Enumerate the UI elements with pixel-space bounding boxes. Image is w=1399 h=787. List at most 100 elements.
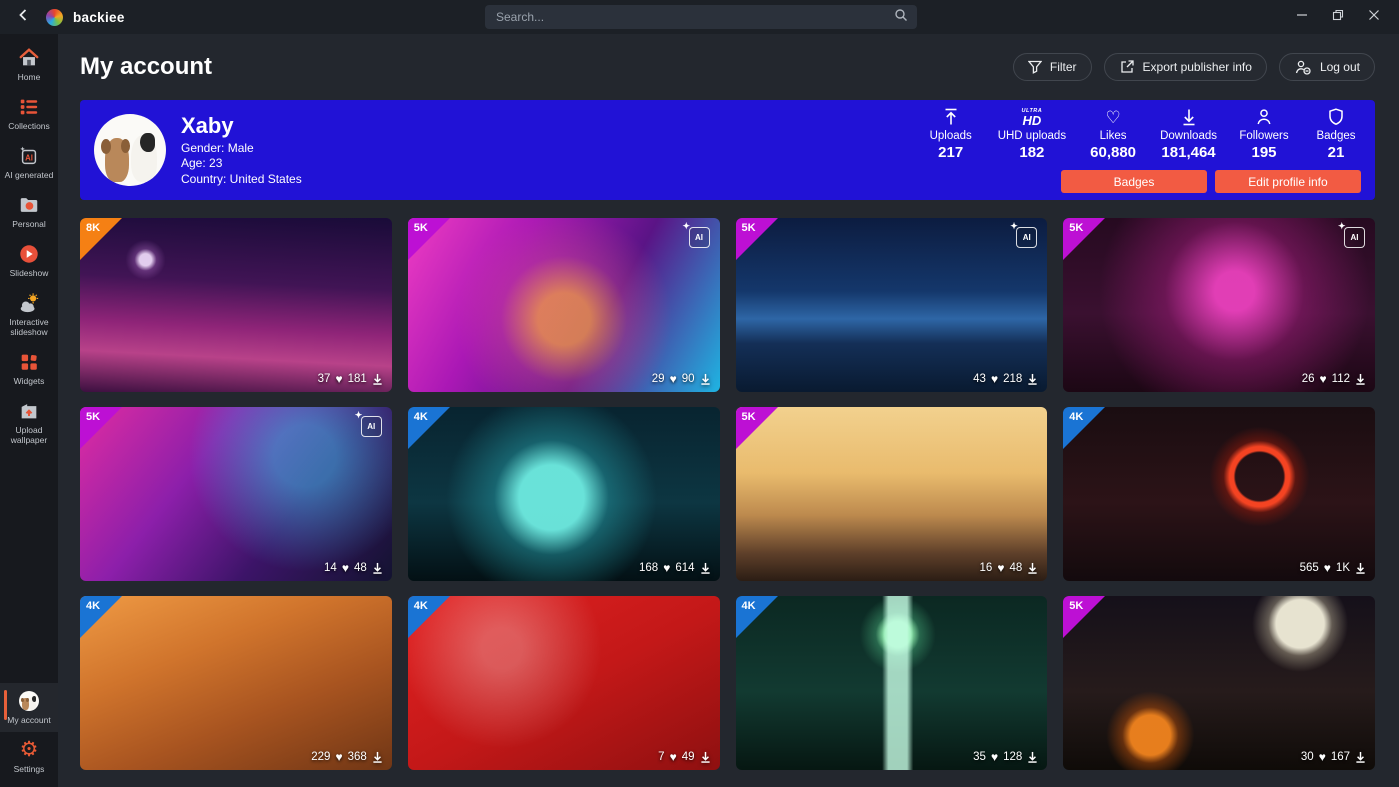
restore-button[interactable]	[1323, 4, 1353, 30]
sidebar: Home Collections AI AI generated Personal Sli…	[0, 34, 58, 787]
svg-text:AI: AI	[25, 154, 33, 163]
sidebar-item-label: AI generated	[5, 170, 54, 180]
heart-icon: ♥	[1324, 562, 1331, 574]
wallpaper-card[interactable]: 4K565♥1K	[1063, 407, 1375, 581]
download-icon	[700, 562, 711, 574]
profile-info: Xaby Gender: Male Age: 23 Country: Unite…	[181, 113, 302, 188]
my-account-avatar	[19, 690, 39, 712]
sidebar-item-upload-wallpaper[interactable]: Upload wallpaper	[0, 393, 58, 452]
window-controls	[1287, 4, 1389, 30]
likes-count: 29	[652, 373, 665, 385]
stat-label: UHD uploads	[998, 130, 1066, 142]
profile-banner-right: Uploads217ULTRAHDUHD uploads182♡Likes60,…	[926, 107, 1361, 193]
wallpaper-card[interactable]: 5K✦AI43♥218	[736, 218, 1048, 392]
sidebar-item-ai-generated[interactable]: AI AI generated	[0, 138, 58, 187]
heart-icon: ♥	[335, 751, 342, 763]
avatar-puppy-left	[22, 698, 29, 710]
main-content: My account Filter Export publisher info Lo…	[58, 34, 1399, 787]
wallpaper-card[interactable]: 4K35♥128	[736, 596, 1048, 770]
sidebar-item-home[interactable]: Home	[0, 40, 58, 89]
downloads-count: 614	[675, 562, 694, 574]
wallpaper-card[interactable]: 4K7♥49	[408, 596, 720, 770]
wallpaper-card[interactable]: 4K229♥368	[80, 596, 392, 770]
wallpaper-card[interactable]: 5K✦AI14♥48	[80, 407, 392, 581]
stat-value: 195	[1251, 144, 1276, 161]
close-button[interactable]	[1359, 4, 1389, 30]
sparkle-icon: ✦	[683, 221, 691, 232]
card-stats: 168♥614	[639, 562, 711, 574]
wallpaper-card[interactable]: 5K✦AI29♥90	[408, 218, 720, 392]
minimize-icon	[1296, 8, 1308, 26]
card-stats: 16 ♥ 48	[980, 562, 1039, 574]
ai-generated-badge-icon: ✦AI	[361, 416, 382, 437]
wallpaper-card[interactable]: 5K16♥48	[736, 407, 1048, 581]
heart-icon: ♥	[997, 562, 1004, 574]
restore-icon	[1332, 8, 1344, 26]
my-account-avatar	[19, 691, 39, 711]
card-stats: 30♥167	[1301, 751, 1366, 763]
page-title: My account	[80, 53, 212, 81]
sidebar-item-collections[interactable]: Collections	[0, 89, 58, 138]
avatar	[94, 114, 166, 186]
sparkle-icon: ✦	[1338, 221, 1346, 232]
personal-icon	[18, 194, 40, 216]
badges-button[interactable]: Badges	[1061, 170, 1207, 193]
likes-count: 16	[980, 562, 993, 574]
stat-label: Uploads	[930, 130, 972, 142]
search-bar[interactable]	[485, 5, 917, 29]
sidebar-item-interactive-slideshow[interactable]: Interactive slideshow	[0, 285, 58, 344]
filter-icon	[1028, 60, 1042, 74]
export-icon	[1119, 59, 1135, 75]
collections-icon	[18, 96, 40, 118]
heart-icon: ♥	[663, 562, 670, 574]
sidebar-item-my-account[interactable]: My account	[0, 683, 58, 732]
stat-label: Likes	[1100, 130, 1127, 142]
sidebar-item-settings[interactable]: ⚙Settings	[0, 732, 58, 781]
ultra-hd-icon: ULTRAHD	[1022, 107, 1043, 127]
resolution-label: 4K	[414, 411, 428, 423]
minimize-button[interactable]	[1287, 4, 1317, 30]
brand-name: backiee	[73, 10, 125, 25]
likes-count: 43	[973, 373, 986, 385]
filter-button[interactable]: Filter	[1013, 53, 1092, 81]
edit-profile-info-button[interactable]: Edit profile info	[1215, 170, 1361, 193]
back-button[interactable]	[10, 4, 36, 30]
wallpaper-card[interactable]: 4K168♥614	[408, 407, 720, 581]
likes-count: 30	[1301, 751, 1314, 763]
profile-stats: Uploads217ULTRAHDUHD uploads182♡Likes60,…	[926, 107, 1361, 161]
stat-likes: ♡Likes60,880	[1088, 107, 1138, 161]
download-icon	[1355, 562, 1366, 574]
likes-count: 26	[1302, 373, 1315, 385]
heart-icon: ♥	[342, 562, 349, 574]
card-stats: 26♥112	[1302, 373, 1366, 385]
sidebar-item-label: Slideshow	[10, 268, 49, 278]
export-publisher-info-button[interactable]: Export publisher info	[1104, 53, 1267, 81]
wallpaper-card[interactable]: 8K37♥181	[80, 218, 392, 392]
sidebar-nav-top: Home Collections AI AI generated Personal Sli…	[0, 40, 58, 452]
upload-icon	[941, 107, 961, 127]
sidebar-item-slideshow[interactable]: Slideshow	[0, 236, 58, 285]
search-icon[interactable]	[894, 8, 908, 27]
wallpaper-card[interactable]: 5K30♥167	[1063, 596, 1375, 770]
resolution-label: 5K	[1069, 222, 1083, 234]
wallpaper-card[interactable]: 5K✦AI26♥112	[1063, 218, 1375, 392]
slideshow-icon	[18, 243, 40, 265]
sidebar-item-label: Personal	[12, 219, 46, 229]
card-stats: 37♥181	[318, 373, 383, 385]
sidebar-item-widgets[interactable]: Widgets	[0, 344, 58, 393]
likes-count: 37	[318, 373, 331, 385]
card-stats: 7♥49	[658, 751, 710, 763]
downloads-count: 181	[348, 373, 367, 385]
page-header: My account Filter Export publisher info Lo…	[80, 50, 1375, 84]
ai-generated-badge-icon: ✦AI	[689, 227, 710, 248]
sidebar-item-label: Collections	[8, 121, 50, 131]
button-label: Log out	[1320, 60, 1360, 74]
downloads-count: 48	[1009, 562, 1022, 574]
sidebar-item-personal[interactable]: Personal	[0, 187, 58, 236]
upload-wallpaper-icon	[18, 400, 40, 422]
log-out-button[interactable]: Log out	[1279, 53, 1375, 81]
likes-count: 14	[324, 562, 337, 574]
search-input[interactable]	[494, 9, 894, 25]
likes-count: 229	[311, 751, 330, 763]
stat-label: Followers	[1239, 130, 1288, 142]
